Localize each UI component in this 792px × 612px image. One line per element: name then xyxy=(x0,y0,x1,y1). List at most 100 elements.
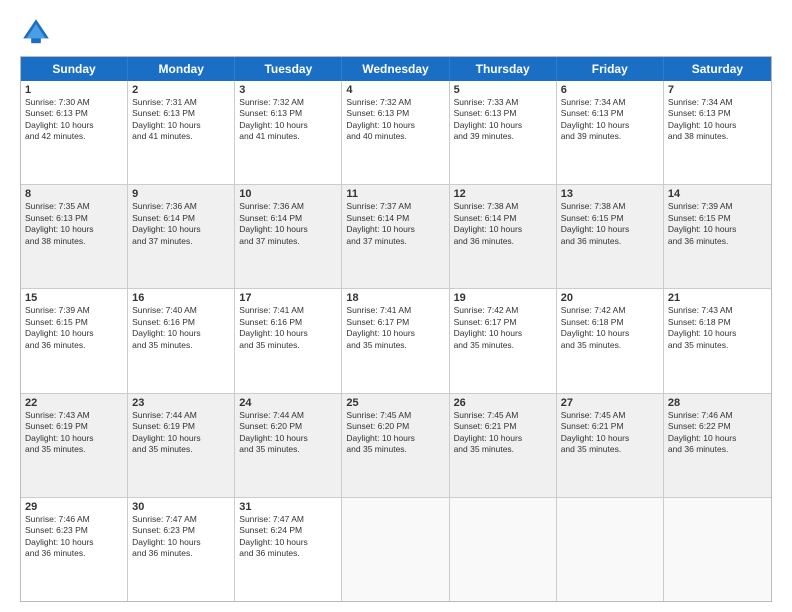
day-cell-30: 30Sunrise: 7:47 AMSunset: 6:23 PMDayligh… xyxy=(128,498,235,601)
day-info: Sunrise: 7:45 AMSunset: 6:21 PMDaylight:… xyxy=(561,410,659,456)
day-cell-13: 13Sunrise: 7:38 AMSunset: 6:15 PMDayligh… xyxy=(557,185,664,288)
day-cell-19: 19Sunrise: 7:42 AMSunset: 6:17 PMDayligh… xyxy=(450,289,557,392)
page: SundayMondayTuesdayWednesdayThursdayFrid… xyxy=(0,0,792,612)
day-cell-29: 29Sunrise: 7:46 AMSunset: 6:23 PMDayligh… xyxy=(21,498,128,601)
day-info: Sunrise: 7:41 AMSunset: 6:16 PMDaylight:… xyxy=(239,305,337,351)
day-number: 19 xyxy=(454,292,552,304)
day-info: Sunrise: 7:36 AMSunset: 6:14 PMDaylight:… xyxy=(239,201,337,247)
day-number: 10 xyxy=(239,188,337,200)
day-info: Sunrise: 7:37 AMSunset: 6:14 PMDaylight:… xyxy=(346,201,444,247)
day-cell-17: 17Sunrise: 7:41 AMSunset: 6:16 PMDayligh… xyxy=(235,289,342,392)
day-cell-24: 24Sunrise: 7:44 AMSunset: 6:20 PMDayligh… xyxy=(235,394,342,497)
day-cell-6: 6Sunrise: 7:34 AMSunset: 6:13 PMDaylight… xyxy=(557,81,664,184)
day-number: 5 xyxy=(454,84,552,96)
day-info: Sunrise: 7:42 AMSunset: 6:17 PMDaylight:… xyxy=(454,305,552,351)
day-number: 14 xyxy=(668,188,767,200)
day-cell-26: 26Sunrise: 7:45 AMSunset: 6:21 PMDayligh… xyxy=(450,394,557,497)
day-number: 23 xyxy=(132,397,230,409)
day-cell-2: 2Sunrise: 7:31 AMSunset: 6:13 PMDaylight… xyxy=(128,81,235,184)
weekday-header-sunday: Sunday xyxy=(21,57,128,81)
weekday-header-friday: Friday xyxy=(557,57,664,81)
day-number: 4 xyxy=(346,84,444,96)
day-info: Sunrise: 7:40 AMSunset: 6:16 PMDaylight:… xyxy=(132,305,230,351)
day-number: 21 xyxy=(668,292,767,304)
day-cell-25: 25Sunrise: 7:45 AMSunset: 6:20 PMDayligh… xyxy=(342,394,449,497)
weekday-header-wednesday: Wednesday xyxy=(342,57,449,81)
logo-icon xyxy=(20,16,52,48)
day-info: Sunrise: 7:34 AMSunset: 6:13 PMDaylight:… xyxy=(561,97,659,143)
weekday-header-monday: Monday xyxy=(128,57,235,81)
day-number: 8 xyxy=(25,188,123,200)
day-number: 24 xyxy=(239,397,337,409)
weekday-header-thursday: Thursday xyxy=(450,57,557,81)
day-cell-28: 28Sunrise: 7:46 AMSunset: 6:22 PMDayligh… xyxy=(664,394,771,497)
day-info: Sunrise: 7:38 AMSunset: 6:14 PMDaylight:… xyxy=(454,201,552,247)
calendar-row-5: 29Sunrise: 7:46 AMSunset: 6:23 PMDayligh… xyxy=(21,498,771,601)
day-number: 9 xyxy=(132,188,230,200)
day-cell-11: 11Sunrise: 7:37 AMSunset: 6:14 PMDayligh… xyxy=(342,185,449,288)
day-cell-12: 12Sunrise: 7:38 AMSunset: 6:14 PMDayligh… xyxy=(450,185,557,288)
day-info: Sunrise: 7:45 AMSunset: 6:21 PMDaylight:… xyxy=(454,410,552,456)
day-number: 6 xyxy=(561,84,659,96)
calendar-row-2: 8Sunrise: 7:35 AMSunset: 6:13 PMDaylight… xyxy=(21,185,771,289)
day-info: Sunrise: 7:35 AMSunset: 6:13 PMDaylight:… xyxy=(25,201,123,247)
day-info: Sunrise: 7:33 AMSunset: 6:13 PMDaylight:… xyxy=(454,97,552,143)
day-info: Sunrise: 7:47 AMSunset: 6:24 PMDaylight:… xyxy=(239,514,337,560)
header xyxy=(20,16,772,48)
day-number: 31 xyxy=(239,501,337,513)
day-info: Sunrise: 7:39 AMSunset: 6:15 PMDaylight:… xyxy=(668,201,767,247)
day-info: Sunrise: 7:43 AMSunset: 6:19 PMDaylight:… xyxy=(25,410,123,456)
day-number: 2 xyxy=(132,84,230,96)
calendar-row-4: 22Sunrise: 7:43 AMSunset: 6:19 PMDayligh… xyxy=(21,394,771,498)
day-cell-3: 3Sunrise: 7:32 AMSunset: 6:13 PMDaylight… xyxy=(235,81,342,184)
day-info: Sunrise: 7:34 AMSunset: 6:13 PMDaylight:… xyxy=(668,97,767,143)
day-cell-4: 4Sunrise: 7:32 AMSunset: 6:13 PMDaylight… xyxy=(342,81,449,184)
day-cell-9: 9Sunrise: 7:36 AMSunset: 6:14 PMDaylight… xyxy=(128,185,235,288)
day-number: 12 xyxy=(454,188,552,200)
day-info: Sunrise: 7:44 AMSunset: 6:20 PMDaylight:… xyxy=(239,410,337,456)
logo xyxy=(20,16,56,48)
day-number: 15 xyxy=(25,292,123,304)
day-number: 25 xyxy=(346,397,444,409)
empty-cell xyxy=(450,498,557,601)
calendar-row-3: 15Sunrise: 7:39 AMSunset: 6:15 PMDayligh… xyxy=(21,289,771,393)
day-cell-5: 5Sunrise: 7:33 AMSunset: 6:13 PMDaylight… xyxy=(450,81,557,184)
day-cell-10: 10Sunrise: 7:36 AMSunset: 6:14 PMDayligh… xyxy=(235,185,342,288)
empty-cell xyxy=(342,498,449,601)
day-number: 18 xyxy=(346,292,444,304)
day-number: 3 xyxy=(239,84,337,96)
day-info: Sunrise: 7:41 AMSunset: 6:17 PMDaylight:… xyxy=(346,305,444,351)
day-cell-1: 1Sunrise: 7:30 AMSunset: 6:13 PMDaylight… xyxy=(21,81,128,184)
empty-cell xyxy=(664,498,771,601)
day-info: Sunrise: 7:30 AMSunset: 6:13 PMDaylight:… xyxy=(25,97,123,143)
day-cell-22: 22Sunrise: 7:43 AMSunset: 6:19 PMDayligh… xyxy=(21,394,128,497)
day-cell-14: 14Sunrise: 7:39 AMSunset: 6:15 PMDayligh… xyxy=(664,185,771,288)
day-cell-20: 20Sunrise: 7:42 AMSunset: 6:18 PMDayligh… xyxy=(557,289,664,392)
day-info: Sunrise: 7:42 AMSunset: 6:18 PMDaylight:… xyxy=(561,305,659,351)
day-cell-27: 27Sunrise: 7:45 AMSunset: 6:21 PMDayligh… xyxy=(557,394,664,497)
day-number: 26 xyxy=(454,397,552,409)
day-info: Sunrise: 7:43 AMSunset: 6:18 PMDaylight:… xyxy=(668,305,767,351)
day-cell-15: 15Sunrise: 7:39 AMSunset: 6:15 PMDayligh… xyxy=(21,289,128,392)
day-info: Sunrise: 7:46 AMSunset: 6:22 PMDaylight:… xyxy=(668,410,767,456)
day-info: Sunrise: 7:31 AMSunset: 6:13 PMDaylight:… xyxy=(132,97,230,143)
day-info: Sunrise: 7:47 AMSunset: 6:23 PMDaylight:… xyxy=(132,514,230,560)
day-number: 17 xyxy=(239,292,337,304)
day-number: 27 xyxy=(561,397,659,409)
day-number: 13 xyxy=(561,188,659,200)
calendar: SundayMondayTuesdayWednesdayThursdayFrid… xyxy=(20,56,772,602)
day-info: Sunrise: 7:44 AMSunset: 6:19 PMDaylight:… xyxy=(132,410,230,456)
day-cell-8: 8Sunrise: 7:35 AMSunset: 6:13 PMDaylight… xyxy=(21,185,128,288)
weekday-header-saturday: Saturday xyxy=(664,57,771,81)
day-info: Sunrise: 7:38 AMSunset: 6:15 PMDaylight:… xyxy=(561,201,659,247)
day-number: 1 xyxy=(25,84,123,96)
calendar-header: SundayMondayTuesdayWednesdayThursdayFrid… xyxy=(21,57,771,81)
day-info: Sunrise: 7:32 AMSunset: 6:13 PMDaylight:… xyxy=(346,97,444,143)
day-info: Sunrise: 7:32 AMSunset: 6:13 PMDaylight:… xyxy=(239,97,337,143)
empty-cell xyxy=(557,498,664,601)
day-number: 30 xyxy=(132,501,230,513)
day-cell-16: 16Sunrise: 7:40 AMSunset: 6:16 PMDayligh… xyxy=(128,289,235,392)
day-info: Sunrise: 7:39 AMSunset: 6:15 PMDaylight:… xyxy=(25,305,123,351)
day-number: 29 xyxy=(25,501,123,513)
day-cell-7: 7Sunrise: 7:34 AMSunset: 6:13 PMDaylight… xyxy=(664,81,771,184)
